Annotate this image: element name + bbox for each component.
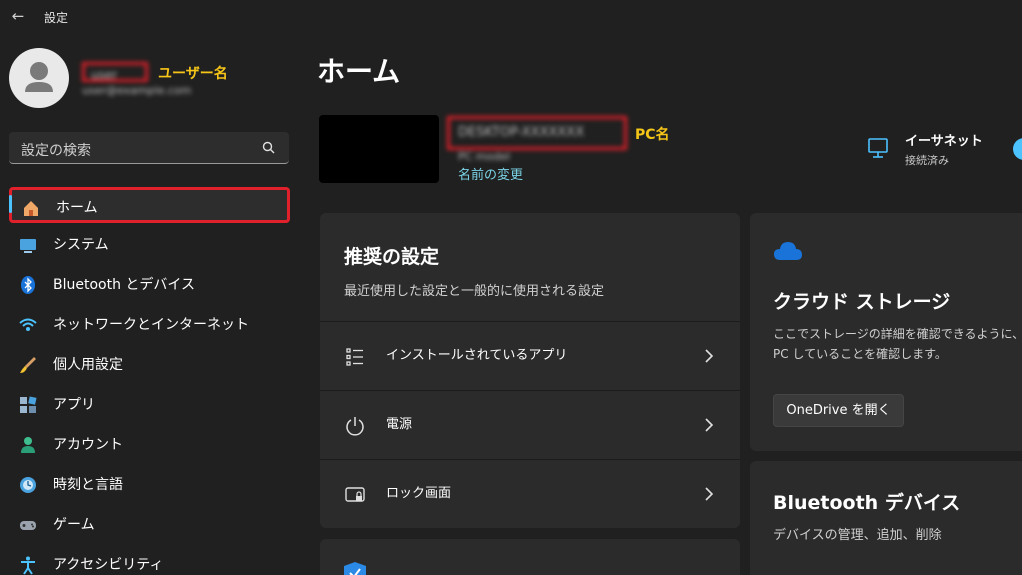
cloud-description: ここでストレージの詳細を確認できるように、PC していることを確認します。 xyxy=(773,327,1022,361)
page-title: ホーム xyxy=(317,55,401,88)
sidebar-item-label: アプリ xyxy=(53,397,95,413)
row-label: 電源 xyxy=(386,417,413,432)
sidebar-item-label: システム xyxy=(53,237,109,253)
brush-icon xyxy=(18,355,38,375)
open-onedrive-button[interactable]: OneDrive を開く xyxy=(773,394,904,427)
time-language-icon xyxy=(18,475,38,495)
network-status: 接続済み xyxy=(905,154,949,167)
user-email: user@example.com xyxy=(82,84,192,97)
sidebar-item-apps[interactable]: アプリ xyxy=(0,387,290,423)
chevron-right-icon xyxy=(705,418,714,432)
active-indicator xyxy=(9,195,12,213)
sidebar-item-label: アクセシビリティ xyxy=(53,557,164,573)
row-label: ロック画面 xyxy=(386,486,452,501)
recommended-row-lock-screen[interactable]: ロック画面 xyxy=(320,460,740,528)
bluetooth-subtitle: デバイスの管理、追加、削除 xyxy=(773,528,942,543)
sidebar-item-label: ホーム xyxy=(56,200,98,216)
account-icon xyxy=(18,435,38,455)
sidebar-item-home[interactable]: ホーム xyxy=(9,187,290,223)
recommended-subtitle: 最近使用した設定と一般的に使用される設定 xyxy=(344,284,605,299)
shield-icon xyxy=(344,562,366,575)
accessibility-icon xyxy=(18,555,38,575)
cloud-title: クラウド ストレージ xyxy=(773,291,951,313)
sidebar-item-system[interactable]: システム xyxy=(0,227,290,263)
sidebar-item-label: ネットワークとインターネット xyxy=(53,317,249,333)
home-icon xyxy=(21,198,41,218)
search-icon[interactable] xyxy=(261,140,277,156)
username: user xyxy=(82,62,148,82)
power-icon xyxy=(346,417,364,436)
pc-name-annotation: PC名 xyxy=(635,127,670,143)
installed-apps-icon xyxy=(346,348,363,366)
sidebar-item-label: Bluetooth とデバイス xyxy=(53,277,195,293)
sidebar-item-label: 時刻と言語 xyxy=(53,477,123,493)
system-icon xyxy=(18,235,38,255)
username-annotation: ユーザー名 xyxy=(158,66,228,82)
sidebar-item-accessibility[interactable]: アクセシビリティ xyxy=(0,547,290,575)
pc-thumbnail xyxy=(319,115,439,183)
gamepad-icon xyxy=(18,515,38,535)
sidebar-item-network[interactable]: ネットワークとインターネット xyxy=(0,307,290,343)
sidebar-item-personalization[interactable]: 個人用設定 xyxy=(0,347,290,383)
bluetooth-title: Bluetooth デバイス xyxy=(773,492,961,514)
network-title[interactable]: イーサネット xyxy=(905,130,983,149)
wifi-icon xyxy=(18,315,38,335)
chevron-right-icon xyxy=(705,349,714,363)
bluetooth-devices-card xyxy=(750,461,1022,575)
lock-screen-icon xyxy=(345,487,365,502)
cloud-icon xyxy=(774,242,802,260)
rename-link[interactable]: 名前の変更 xyxy=(458,164,523,183)
recommended-row-installed-apps[interactable]: インストールされているアプリ xyxy=(320,322,740,390)
recommended-row-power[interactable]: 電源 xyxy=(320,391,740,459)
chevron-right-icon xyxy=(705,487,714,501)
sidebar-item-time-language[interactable]: 時刻と言語 xyxy=(0,467,290,503)
sidebar-item-gaming[interactable]: ゲーム xyxy=(0,507,290,543)
sidebar-item-accounts[interactable]: アカウント xyxy=(0,427,290,463)
ethernet-icon xyxy=(868,138,888,158)
user-silhouette-icon xyxy=(25,62,53,92)
back-arrow-icon[interactable]: ← xyxy=(8,6,28,26)
bluetooth-icon xyxy=(18,275,38,295)
avatar[interactable] xyxy=(9,48,69,108)
pc-model: PC model xyxy=(458,150,511,163)
sidebar-item-label: ゲーム xyxy=(53,517,95,533)
sidebar-item-label: アカウント xyxy=(53,437,123,453)
sidebar-item-bluetooth[interactable]: Bluetooth とデバイス xyxy=(0,267,290,303)
apps-icon xyxy=(18,395,38,415)
app-title: 設定 xyxy=(44,11,69,25)
sidebar-item-label: 個人用設定 xyxy=(53,357,123,373)
search-placeholder: 設定の検索 xyxy=(21,143,91,159)
recommended-title: 推奨の設定 xyxy=(344,246,440,268)
row-label: インストールされているアプリ xyxy=(386,348,568,363)
security-card xyxy=(320,539,740,575)
windows-update-icon[interactable] xyxy=(1013,138,1022,160)
pc-name: DESKTOP-XXXXXXX xyxy=(447,116,627,150)
search-input[interactable]: 設定の検索 xyxy=(9,132,289,164)
